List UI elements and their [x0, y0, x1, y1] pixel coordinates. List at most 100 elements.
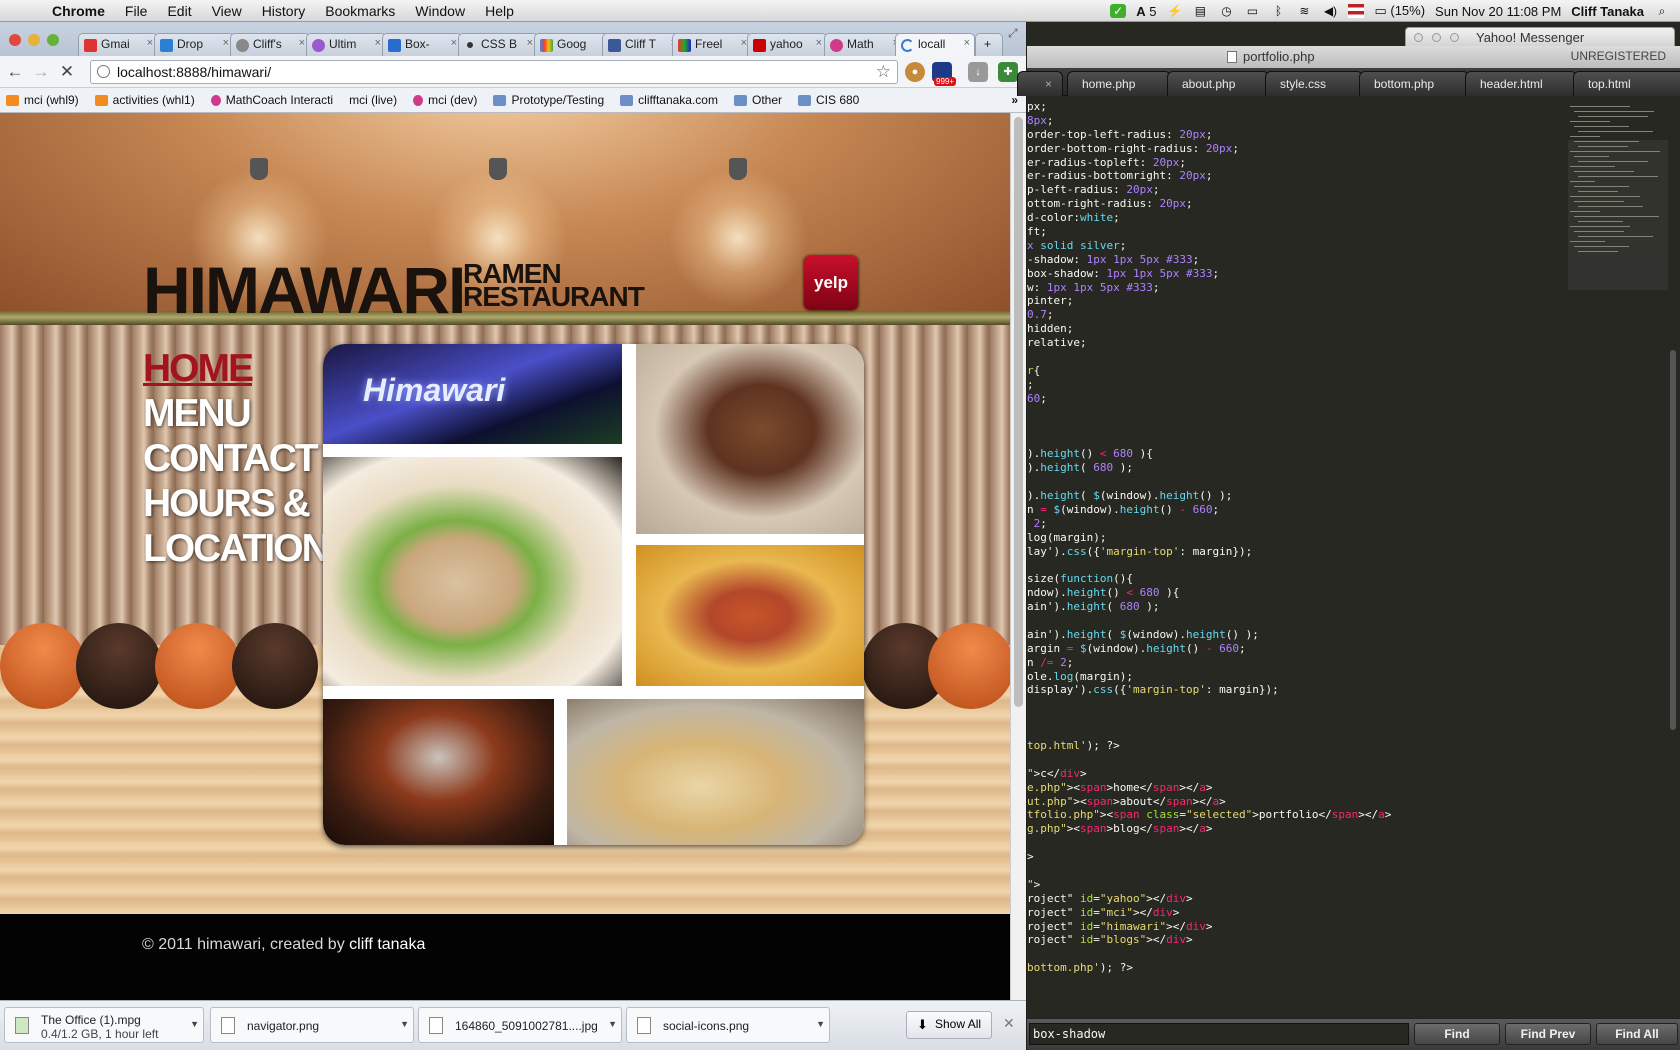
- tab-css[interactable]: CSS B ×: [458, 33, 538, 56]
- photo-ramen-bowl[interactable]: [323, 457, 622, 686]
- menu-window[interactable]: Window: [405, 3, 475, 19]
- chevron-down-icon[interactable]: ▼: [400, 1019, 409, 1029]
- nav-menu[interactable]: MENU: [143, 391, 328, 436]
- back-button[interactable]: ←: [2, 62, 28, 82]
- photo-gyoza[interactable]: [567, 699, 864, 845]
- find-button[interactable]: Find: [1414, 1023, 1500, 1045]
- tab-localhost[interactable]: locall ×: [895, 33, 975, 56]
- chevron-down-icon[interactable]: ▼: [608, 1019, 617, 1029]
- yelp-link-icon[interactable]: yelp: [804, 256, 858, 310]
- bookmark-mci-dev[interactable]: mci (dev): [413, 93, 477, 107]
- bookmark-folder-other[interactable]: Other: [733, 93, 782, 107]
- flag-icon[interactable]: [1348, 4, 1365, 18]
- download-item[interactable]: navigator.png ▼: [210, 1007, 414, 1043]
- editor-scrollbar[interactable]: [1669, 100, 1677, 990]
- zoom-window-button[interactable]: [1450, 33, 1459, 42]
- tab-yahoo[interactable]: yahoo ×: [747, 33, 827, 56]
- scrollbar-thumb[interactable]: [1670, 350, 1676, 730]
- bluetooth-icon[interactable]: ᛒ: [1270, 4, 1286, 18]
- spotlight-icon[interactable]: ⌕: [1654, 4, 1670, 18]
- display-icon[interactable]: ▭: [1244, 4, 1260, 18]
- volume-icon[interactable]: ◀): [1322, 4, 1338, 18]
- find-all-button[interactable]: Find All: [1596, 1023, 1678, 1045]
- nav-hours[interactable]: HOURS &: [143, 481, 328, 526]
- editor-tab-about[interactable]: about.php: [1167, 71, 1269, 96]
- close-window-button[interactable]: [9, 34, 21, 46]
- menu-app-name[interactable]: Chrome: [40, 3, 115, 19]
- download-item[interactable]: social-icons.png ▼: [626, 1007, 830, 1043]
- address-bar[interactable]: localhost:8888/himawari/ ☆: [90, 60, 898, 84]
- tab-ultimate[interactable]: Ultim ×: [306, 33, 386, 56]
- close-tab-icon[interactable]: ×: [299, 37, 305, 49]
- close-tab-icon[interactable]: ×: [964, 37, 970, 49]
- user-name[interactable]: Cliff Tanaka: [1571, 4, 1644, 19]
- photo-pork-belly[interactable]: [636, 344, 864, 534]
- close-download-shelf-icon[interactable]: ✕: [1003, 1015, 1015, 1032]
- site-logo[interactable]: HIMAWARI: [143, 252, 466, 328]
- download-item[interactable]: The Office (1).mpg 0.4/1.2 GB, 1 hour lef…: [4, 1007, 204, 1043]
- notes-icon[interactable]: ▤: [1192, 4, 1208, 18]
- close-tab-icon[interactable]: ×: [1045, 77, 1052, 91]
- chevron-down-icon[interactable]: ▼: [190, 1019, 199, 1029]
- close-tab-icon[interactable]: ×: [451, 37, 457, 49]
- close-tab-icon[interactable]: ×: [375, 37, 381, 49]
- zoom-window-button[interactable]: [47, 34, 59, 46]
- time-machine-icon[interactable]: ◷: [1218, 4, 1234, 18]
- yahoo-messenger-window[interactable]: Yahoo! Messenger: [1405, 27, 1675, 47]
- download-extension-icon[interactable]: ↓: [968, 62, 988, 82]
- nav-contact[interactable]: CONTACT: [143, 436, 328, 481]
- menu-file[interactable]: File: [115, 3, 158, 19]
- photo-condiments[interactable]: [323, 699, 554, 845]
- menu-edit[interactable]: Edit: [157, 3, 201, 19]
- find-input[interactable]: box-shadow: [1029, 1023, 1409, 1045]
- editor-tab-header[interactable]: header.html: [1465, 71, 1577, 96]
- fullscreen-icon[interactable]: ⤢: [1008, 26, 1018, 41]
- page-info-icon[interactable]: [97, 65, 110, 78]
- menu-bookmarks[interactable]: Bookmarks: [315, 3, 405, 19]
- tab-box[interactable]: Box- ×: [382, 33, 462, 56]
- scrollbar-thumb[interactable]: [1014, 117, 1023, 707]
- wrench-icon[interactable]: ✚: [998, 62, 1018, 82]
- menu-view[interactable]: View: [202, 3, 252, 19]
- tab-gmail[interactable]: Gmai ×: [78, 33, 158, 56]
- bookmark-mathcoach[interactable]: MathCoach Interacti: [210, 93, 333, 107]
- close-tab-icon[interactable]: ×: [147, 37, 153, 49]
- bolt-icon[interactable]: ⚡: [1166, 4, 1182, 18]
- nav-location[interactable]: LOCATION: [143, 526, 330, 571]
- nav-home[interactable]: HOME: [143, 346, 328, 391]
- editor-tab-top[interactable]: top.html: [1573, 71, 1680, 96]
- editor-tab-bottom[interactable]: bottom.php: [1359, 71, 1469, 96]
- photo-grilled-skewers[interactable]: [636, 545, 864, 686]
- bookmark-folder-cis680[interactable]: CIS 680: [798, 93, 859, 107]
- tab-facebook[interactable]: Cliff T×: [602, 33, 682, 56]
- forward-button[interactable]: →: [28, 62, 54, 82]
- battery-icon[interactable]: ▭ (15%): [1374, 3, 1425, 19]
- footer-author-link[interactable]: cliff tanaka: [349, 936, 425, 953]
- minimize-window-button[interactable]: [1432, 33, 1441, 42]
- show-all-downloads-button[interactable]: ⬇ Show All: [906, 1011, 993, 1039]
- bookmark-mci-live[interactable]: mci (live): [349, 93, 397, 107]
- menu-help[interactable]: Help: [475, 3, 524, 19]
- close-tab-icon[interactable]: ×: [816, 37, 822, 49]
- tab-cliffs[interactable]: Cliff's ×: [230, 33, 310, 56]
- close-tab-icon[interactable]: ×: [527, 37, 533, 49]
- tab-freelancer[interactable]: Freel ×: [672, 33, 752, 56]
- bookmark-mci-whl9[interactable]: mci (whl9): [6, 93, 79, 107]
- editor-tab-portfolio[interactable]: ×: [1017, 71, 1063, 96]
- bookmark-folder-clifftanaka[interactable]: clifftanaka.com: [620, 93, 718, 107]
- new-tab-button[interactable]: +: [975, 33, 1003, 56]
- code-area[interactable]: px; 8px; order-top-left-radius: 20px; or…: [1027, 100, 1567, 990]
- bookmark-folder-prototype[interactable]: Prototype/Testing: [493, 93, 604, 107]
- wifi-icon[interactable]: ≋: [1296, 4, 1312, 18]
- close-window-button[interactable]: [1414, 33, 1423, 42]
- menu-history[interactable]: History: [252, 3, 316, 19]
- editor-tab-home[interactable]: home.php: [1067, 71, 1171, 96]
- minimap-viewport[interactable]: [1568, 140, 1668, 290]
- bookmark-star-icon[interactable]: ☆: [876, 62, 891, 82]
- editor-tab-style[interactable]: style.css: [1265, 71, 1363, 96]
- page-scrollbar[interactable]: [1010, 113, 1026, 1000]
- photo-neon-sign[interactable]: Himawari: [323, 344, 622, 444]
- adobe-icon[interactable]: A 5: [1136, 4, 1156, 19]
- evernote-icon[interactable]: ✓: [1110, 4, 1127, 18]
- tab-dropbox[interactable]: Drop ×: [154, 33, 234, 56]
